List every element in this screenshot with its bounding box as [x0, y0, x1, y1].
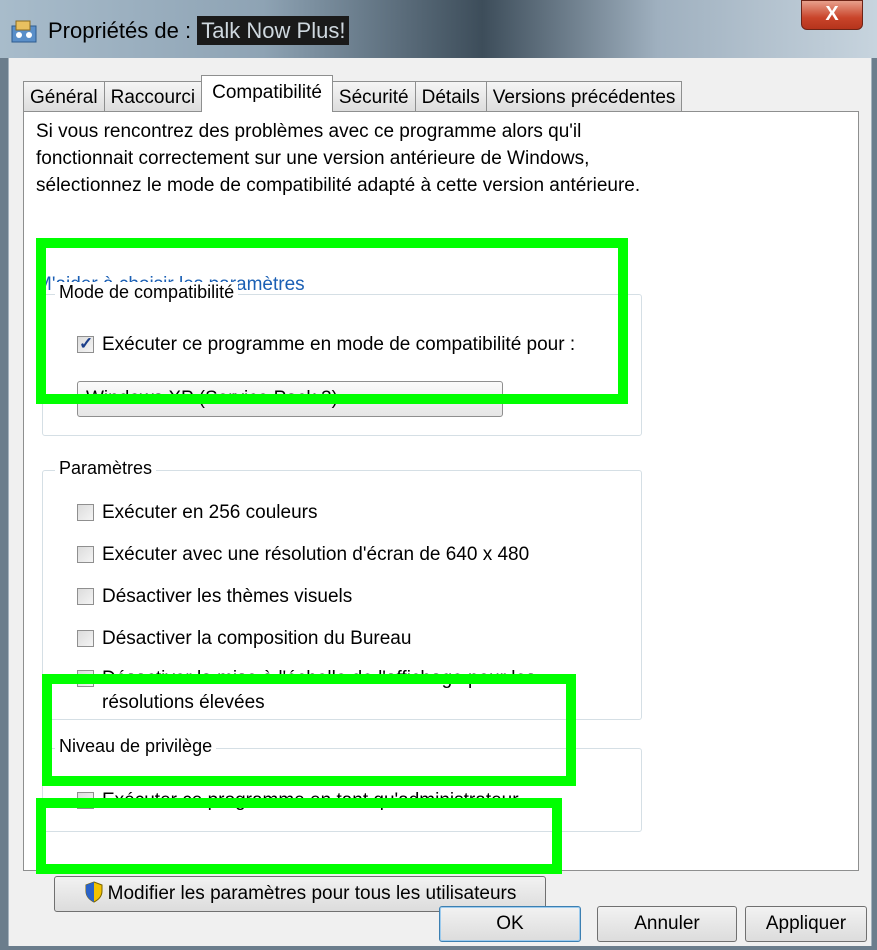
uac-shield-icon — [85, 881, 103, 903]
window-title: Propriétés de : Talk Now Plus! — [48, 16, 350, 45]
program-icon — [11, 20, 37, 43]
compat-mode-label: Mode de compatibilité — [55, 282, 239, 303]
privilege-option[interactable]: Exécuter ce programme en tant qu'adminis… — [77, 789, 519, 813]
setting-640x480[interactable]: Exécuter avec une résolution d'écran de … — [77, 543, 529, 567]
intro-text: Si vous rencontrez des problèmes avec ce… — [36, 121, 641, 196]
setting-disable-dpi-scaling-checkbox[interactable] — [77, 670, 94, 687]
setting-640x480-checkbox[interactable] — [77, 546, 94, 563]
privilege-group: Niveau de privilège Exécuter ce programm… — [42, 736, 642, 832]
privilege-label: Niveau de privilège — [55, 736, 217, 757]
window-title-prefix: Propriétés de : — [48, 18, 198, 43]
setting-256-colors-label: Exécuter en 256 couleurs — [102, 502, 318, 523]
settings-group: Paramètres Exécuter en 256 couleurs Exéc… — [42, 458, 642, 720]
tab-strip: Général Raccourci Compatibilité Sécurité… — [23, 75, 683, 112]
tab-general[interactable]: Général — [23, 81, 105, 112]
compat-mode-checkbox[interactable] — [77, 332, 94, 356]
setting-disable-composition-checkbox[interactable] — [77, 630, 94, 647]
setting-256-colors-checkbox[interactable] — [77, 504, 94, 521]
setting-disable-dpi-scaling[interactable]: Désactiver la mise à l'échelle de l'affi… — [77, 667, 587, 715]
cancel-button[interactable]: Annuler — [597, 906, 737, 942]
tab-security[interactable]: Sécurité — [331, 81, 416, 112]
setting-640x480-label: Exécuter avec une résolution d'écran de … — [102, 544, 530, 565]
ok-button[interactable]: OK — [439, 906, 581, 942]
properties-dialog: Général Raccourci Compatibilité Sécurité… — [8, 58, 872, 946]
setting-disable-themes-label: Désactiver les thèmes visuels — [102, 586, 353, 607]
tab-previous-versions[interactable]: Versions précédentes — [485, 81, 683, 112]
compat-mode-checkbox-label: Exécuter ce programme en mode de compati… — [102, 334, 576, 355]
run-as-admin-label: Exécuter ce programme en tant qu'adminis… — [102, 790, 519, 811]
setting-disable-themes-checkbox[interactable] — [77, 588, 94, 605]
compat-mode-group: Mode de compatibilité Exécuter ce progra… — [42, 282, 642, 436]
tab-details[interactable]: Détails — [414, 81, 487, 112]
window-title-program-name: Talk Now Plus! — [197, 16, 350, 45]
run-as-admin-checkbox[interactable] — [77, 792, 94, 809]
os-version-select[interactable]: Windows XP (Service Pack 3) ▼ — [77, 381, 503, 417]
os-version-selected: Windows XP (Service Pack 3) — [86, 388, 339, 409]
tab-compatibility[interactable]: Compatibilité — [201, 75, 333, 112]
all-users-button-label: Modifier les paramètres pour tous les ut… — [107, 883, 517, 904]
apply-button[interactable]: Appliquer — [745, 906, 867, 942]
setting-disable-dpi-scaling-label: Désactiver la mise à l'échelle de l'affi… — [102, 668, 536, 713]
setting-disable-composition-label: Désactiver la composition du Bureau — [102, 628, 412, 649]
compat-mode-option[interactable]: Exécuter ce programme en mode de compati… — [77, 332, 576, 357]
compatibility-panel: Si vous rencontrez des problèmes avec ce… — [23, 111, 859, 912]
setting-disable-composition[interactable]: Désactiver la composition du Bureau — [77, 627, 411, 651]
chevron-down-icon: ▼ — [479, 391, 492, 406]
tab-shortcut[interactable]: Raccourci — [103, 81, 203, 112]
setting-disable-themes[interactable]: Désactiver les thèmes visuels — [77, 585, 352, 609]
setting-256-colors[interactable]: Exécuter en 256 couleurs — [77, 501, 317, 525]
close-button[interactable]: X — [801, 0, 863, 30]
title-bar: Propriétés de : Talk Now Plus! X — [0, 0, 877, 58]
settings-label: Paramètres — [55, 458, 157, 479]
